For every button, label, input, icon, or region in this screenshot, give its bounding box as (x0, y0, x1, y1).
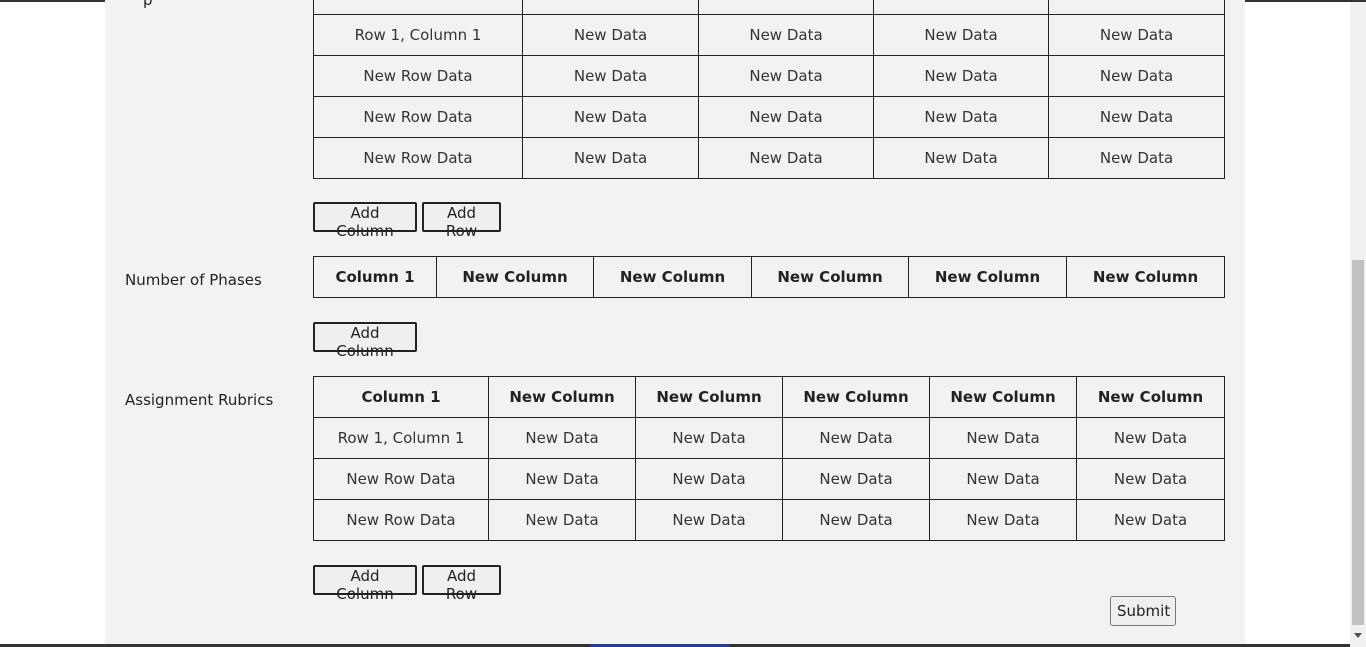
scroll-down-arrow-icon[interactable] (1354, 633, 1362, 638)
table-cell[interactable]: New Data (488, 499, 636, 541)
table-row: Row 1, Column 1 New Data New Data New Da… (313, 417, 1225, 459)
header-cell[interactable]: New Column (1066, 256, 1225, 298)
table-cell[interactable]: Row 1, Column 1 (313, 14, 523, 56)
table-cell[interactable]: New Data (929, 417, 1077, 459)
table-cell[interactable]: New Data (873, 137, 1049, 179)
table-row: New Row Data New Data New Data New Data … (313, 499, 1225, 541)
table-cell[interactable]: New Data (1048, 55, 1225, 97)
header-cell[interactable]: Column 1 (313, 256, 437, 298)
table-cell[interactable]: New Data (522, 96, 699, 138)
table-header-row: Column 1 New Column New Column New Colum… (313, 256, 1225, 298)
table-row: New Row Data New Data New Data New Data … (313, 96, 1225, 138)
table-cell[interactable]: New Data (522, 55, 699, 97)
table-cell[interactable]: New Data (522, 14, 699, 56)
rubrics-table: Column 1 New Column New Column New Colum… (313, 376, 1225, 541)
table-cell[interactable]: New Data (698, 137, 874, 179)
header-cell[interactable]: New Column (782, 376, 930, 418)
table-header-row: Column 1 New Column New Column New Colum… (313, 376, 1225, 418)
table-cell[interactable]: New Data (1076, 499, 1225, 541)
vertical-scrollbar[interactable] (1350, 2, 1366, 647)
submit-button[interactable]: Submit (1110, 596, 1176, 626)
table-cell[interactable]: New Data (698, 14, 874, 56)
table-cell[interactable]: Row 1, Column 1 (313, 417, 489, 459)
header-cell (873, 0, 1049, 15)
table-cell[interactable]: New Data (1076, 458, 1225, 500)
table-cell[interactable]: New Data (522, 137, 699, 179)
table-row: New Row Data New Data New Data New Data … (313, 458, 1225, 500)
top-table: Row 1, Column 1 New Data New Data New Da… (313, 0, 1225, 179)
table-cell[interactable]: New Data (782, 499, 930, 541)
header-cell (1048, 0, 1225, 15)
header-cell[interactable]: New Column (1076, 376, 1225, 418)
header-cell (313, 0, 523, 15)
add-column-button[interactable]: Add Column (313, 565, 417, 603)
table-row: Row 1, Column 1 New Data New Data New Da… (313, 14, 1225, 56)
table-cell[interactable]: New Row Data (313, 458, 489, 500)
table-cell[interactable]: New Data (698, 55, 874, 97)
table-cell[interactable]: New Data (698, 96, 874, 138)
table-cell[interactable]: New Data (488, 458, 636, 500)
table-cell[interactable]: New Data (635, 458, 783, 500)
header-cell[interactable]: Column 1 (313, 376, 489, 418)
header-cell[interactable]: New Column (593, 256, 752, 298)
phases-label: Number of Phases (125, 271, 262, 289)
table-cell[interactable]: New Data (635, 417, 783, 459)
table-cell[interactable]: New Row Data (313, 137, 523, 179)
table-cell[interactable]: New Data (929, 458, 1077, 500)
partial-field-label: p (143, 0, 153, 9)
header-cell[interactable]: New Column (436, 256, 594, 298)
phases-table: Column 1 New Column New Column New Colum… (313, 256, 1225, 298)
scrollbar-thumb[interactable] (1352, 260, 1364, 625)
add-row-button[interactable]: Add Row (422, 202, 501, 240)
table-cell[interactable]: New Data (488, 417, 636, 459)
header-cell[interactable]: New Column (751, 256, 909, 298)
header-cell[interactable]: New Column (929, 376, 1077, 418)
table-cell[interactable]: New Data (873, 96, 1049, 138)
add-column-button[interactable]: Add Column (313, 202, 417, 240)
rubrics-label: Assignment Rubrics (125, 391, 274, 409)
table-cell[interactable]: New Data (1076, 417, 1225, 459)
header-cell (698, 0, 874, 15)
table-row: New Row Data New Data New Data New Data … (313, 55, 1225, 97)
header-cell[interactable]: New Column (488, 376, 636, 418)
header-cell[interactable]: New Column (908, 256, 1067, 298)
table-cell[interactable]: New Data (1048, 96, 1225, 138)
header-cell (522, 0, 699, 15)
table-cell[interactable]: New Data (873, 14, 1049, 56)
add-row-button[interactable]: Add Row (422, 565, 501, 603)
table-cell[interactable]: New Data (782, 458, 930, 500)
table-cell[interactable]: New Data (635, 499, 783, 541)
table-row: New Row Data New Data New Data New Data … (313, 137, 1225, 179)
table-header-row (313, 0, 1225, 15)
table-cell[interactable]: New Data (1048, 14, 1225, 56)
table-cell[interactable]: New Data (1048, 137, 1225, 179)
table-cell[interactable]: New Row Data (313, 96, 523, 138)
table-cell[interactable]: New Data (782, 417, 930, 459)
header-cell[interactable]: New Column (635, 376, 783, 418)
table-cell[interactable]: New Data (873, 55, 1049, 97)
table-cell[interactable]: New Data (929, 499, 1077, 541)
table-cell[interactable]: New Row Data (313, 55, 523, 97)
table-cell[interactable]: New Row Data (313, 499, 489, 541)
add-column-button[interactable]: Add Column (313, 322, 417, 360)
